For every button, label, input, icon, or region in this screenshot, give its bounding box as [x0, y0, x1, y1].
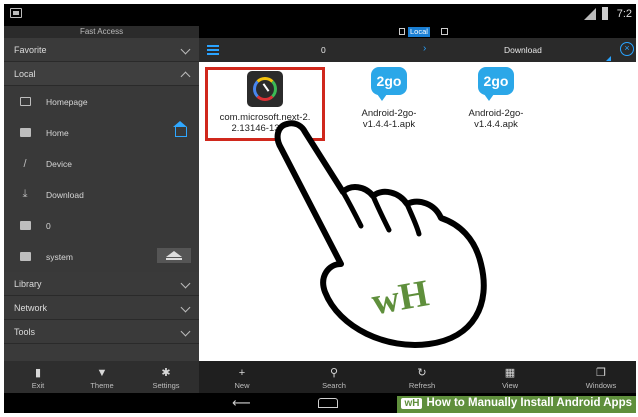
status-bar: 7:2 — [4, 4, 636, 26]
drawer-item-label: Homepage — [46, 96, 88, 107]
view-label: View — [501, 381, 519, 390]
signal-icon — [584, 8, 596, 20]
sd-card-icon — [18, 220, 32, 232]
settings-label: Settings — [152, 381, 180, 390]
theme-label: Theme — [90, 381, 114, 390]
download-icon: ⤓ — [22, 188, 28, 200]
file-pane: Local 0 › Download × com.microsoft.next-… — [199, 26, 636, 361]
exit-icon: ▮ — [34, 367, 42, 379]
close-icon[interactable]: × — [620, 42, 634, 56]
section-favorite-label: Favorite — [14, 44, 47, 55]
chevron-down-icon — [180, 278, 191, 289]
path-bar: 0 › Download × — [199, 38, 636, 62]
path-separator-icon: › — [423, 43, 427, 54]
section-network-label: Network — [14, 302, 48, 313]
battery-icon — [602, 7, 608, 20]
watermark-text: How to Manually Install Android Apps — [426, 397, 632, 409]
chevron-up-icon — [180, 71, 191, 82]
windows-icon: ❐ — [596, 367, 606, 379]
section-library[interactable]: Library — [4, 272, 199, 296]
section-local-label: Local — [14, 68, 36, 79]
device-icon: / — [23, 157, 27, 170]
back-icon[interactable]: ⟵ — [232, 396, 251, 409]
drawer-item-home[interactable]: Home — [4, 117, 199, 148]
section-network[interactable]: Network — [4, 296, 199, 320]
file-grid: com.microsoft.next-2. 2.13146-13146- 2go… — [199, 62, 636, 361]
drawer-item-label: system — [46, 251, 73, 262]
2go-icon: 2go — [371, 67, 407, 103]
drawer-item-system[interactable]: system — [4, 241, 199, 272]
bottom-toolbar: ▮ Exit ▼ Theme ✱ Settings + New ⚲ Search… — [4, 361, 636, 393]
windows-label: Windows — [585, 381, 617, 390]
new-button[interactable]: + New — [222, 361, 262, 393]
exit-label: Exit — [31, 381, 45, 390]
notification-icon — [10, 8, 22, 18]
drawer-item-download[interactable]: ⤓ Download — [4, 179, 199, 210]
path-segment-0[interactable]: 0 — [321, 45, 326, 55]
microsoft-next-icon — [247, 71, 283, 107]
section-local[interactable]: Local — [4, 62, 199, 86]
location-badge[interactable]: Local — [408, 27, 430, 37]
pointing-hand-illustration: wH — [274, 120, 487, 348]
drawer-item-label: 0 — [46, 220, 51, 231]
status-clock: 7:2 — [616, 8, 632, 20]
2go-icon: 2go — [478, 67, 514, 103]
refresh-icon: ↻ — [417, 367, 427, 379]
gear-icon: ✱ — [161, 367, 171, 379]
drawer-item-storage-0[interactable]: 0 — [4, 210, 199, 241]
sd-card-icon — [18, 251, 32, 263]
plus-icon: + — [238, 367, 246, 379]
section-library-label: Library — [14, 278, 42, 289]
drawer-title: Fast Access — [4, 26, 199, 38]
section-tools-label: Tools — [14, 326, 36, 337]
folder-icon — [18, 127, 32, 139]
share-icon — [441, 28, 448, 35]
drawer-item-label: Device — [46, 158, 72, 169]
windows-button[interactable]: ❐ Windows — [578, 361, 624, 393]
settings-button[interactable]: ✱ Settings — [144, 361, 188, 393]
chevron-down-icon — [180, 326, 191, 337]
refresh-label: Refresh — [408, 381, 436, 390]
section-tools[interactable]: Tools — [4, 320, 199, 344]
set-home-icon[interactable] — [173, 121, 187, 137]
drawer-item-label: Home — [46, 127, 69, 138]
corner-indicator-icon — [606, 56, 611, 61]
view-button[interactable]: ▦ View — [490, 361, 530, 393]
refresh-button[interactable]: ↻ Refresh — [400, 361, 444, 393]
new-label: New — [234, 381, 250, 390]
navigation-drawer: Fast Access Favorite Local Homepage Home… — [4, 26, 199, 361]
search-label: Search — [322, 381, 346, 390]
drawer-item-homepage[interactable]: Homepage — [4, 86, 199, 117]
grid-view-icon: ▦ — [504, 367, 516, 379]
eject-icon[interactable] — [157, 248, 191, 263]
wikihow-logo: wH — [401, 398, 423, 409]
drawer-item-label: Download — [46, 189, 84, 200]
drawer-item-device[interactable]: / Device — [4, 148, 199, 179]
exit-button[interactable]: ▮ Exit — [18, 361, 58, 393]
chevron-down-icon — [180, 302, 191, 313]
theme-button[interactable]: ▼ Theme — [82, 361, 122, 393]
search-button[interactable]: ⚲ Search — [312, 361, 356, 393]
path-segment-download[interactable]: Download — [504, 45, 542, 55]
menu-icon[interactable] — [207, 45, 219, 55]
section-favorite[interactable]: Favorite — [4, 38, 199, 62]
homepage-icon — [18, 96, 32, 108]
location-strip: Local — [199, 26, 636, 38]
shirt-icon: ▼ — [96, 367, 108, 379]
window-icon — [399, 28, 405, 35]
wikihow-watermark: wH How to Manually Install Android Apps — [397, 396, 636, 413]
tablet-screen: 7:2 Fast Access Favorite Local Homepage … — [4, 4, 636, 413]
system-nav-bar: ⟵ wH How to Manually Install Android Apps — [4, 393, 636, 413]
chevron-down-icon — [180, 44, 191, 55]
home-icon[interactable] — [318, 398, 338, 408]
search-icon: ⚲ — [329, 367, 339, 379]
